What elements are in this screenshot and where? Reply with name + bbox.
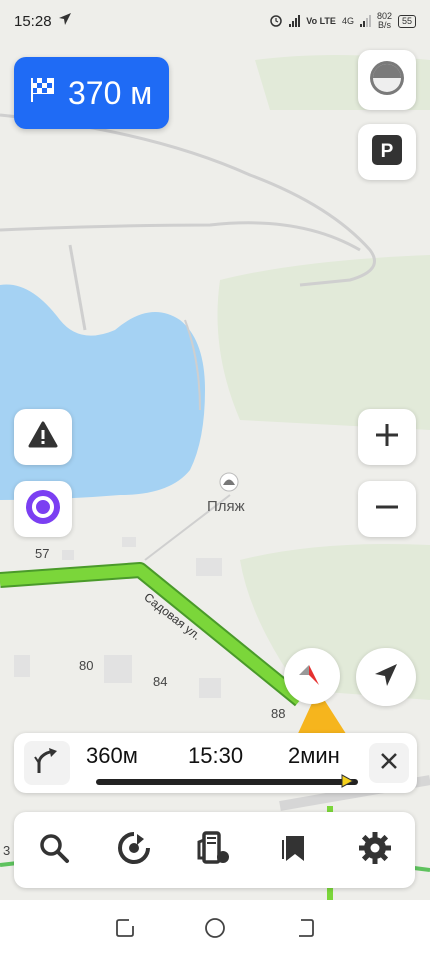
search-button[interactable] — [24, 820, 84, 880]
signal-icon — [359, 15, 371, 27]
bookmark-icon — [280, 833, 310, 868]
report-incident-button[interactable] — [14, 409, 72, 465]
plus-icon — [374, 422, 400, 453]
clock: 15:28 — [14, 12, 52, 30]
compass-icon — [297, 659, 327, 694]
route-info-bar[interactable]: 360м 15:30 2мин — [14, 733, 417, 793]
svg-text:P: P — [381, 141, 394, 162]
speed-limit-button[interactable] — [358, 50, 416, 110]
locate-me-button[interactable] — [356, 648, 416, 706]
distance-value: 370 м — [68, 74, 153, 111]
signal-icon — [289, 15, 301, 27]
music-button[interactable] — [104, 820, 164, 880]
back-button[interactable] — [294, 917, 316, 944]
remaining-duration: 2мин — [288, 743, 340, 768]
route-progress-track — [96, 779, 358, 785]
warning-icon — [28, 420, 58, 455]
house-number: 88 — [271, 706, 286, 721]
arrival-time: 15:30 — [188, 743, 244, 768]
back-icon — [294, 918, 316, 943]
status-bar: 15:28 Vo LTE 4G 802 B/s 55 — [0, 0, 430, 42]
house-number: 80 — [79, 658, 94, 673]
turn-indicator[interactable] — [24, 741, 70, 785]
minus-icon — [374, 494, 400, 525]
search-icon — [38, 832, 70, 869]
fuel-station-icon — [196, 830, 232, 871]
alice-assistant-button[interactable] — [14, 481, 72, 537]
alarm-icon — [269, 13, 283, 29]
house-number: 84 — [153, 674, 168, 689]
music-icon — [117, 831, 151, 870]
parking-button[interactable]: P — [358, 124, 416, 180]
checkered-flag-icon — [28, 74, 58, 112]
zoom-out-button[interactable] — [358, 481, 416, 537]
recent-apps-icon — [114, 918, 136, 943]
network-label: Vo LTE — [306, 16, 336, 26]
close-route-button[interactable] — [369, 743, 409, 783]
building — [104, 655, 132, 683]
turn-right-icon — [33, 747, 61, 780]
close-icon — [380, 752, 398, 775]
building — [196, 558, 222, 576]
navigation-arrow-icon — [373, 662, 399, 693]
house-number: 57 — [35, 546, 50, 561]
house-number: 3 — [3, 843, 11, 858]
building — [199, 678, 221, 698]
recent-apps-button[interactable] — [114, 917, 136, 944]
settings-button[interactable] — [345, 820, 405, 880]
home-circle-icon — [204, 917, 226, 943]
building — [122, 537, 136, 547]
home-button[interactable] — [204, 917, 226, 944]
compass-button[interactable] — [284, 648, 340, 704]
building — [14, 655, 30, 677]
location-icon — [58, 12, 72, 30]
data-speed: 802 B/s — [377, 12, 392, 30]
data-speed-unit: B/s — [377, 20, 391, 30]
bottom-toolbar — [14, 812, 415, 888]
battery-indicator: 55 — [397, 14, 416, 28]
beach-poi-label: Пляж — [207, 498, 245, 515]
speed-indicator-icon — [367, 58, 407, 103]
alice-voice-assistant-icon — [25, 489, 61, 530]
fuel-button[interactable] — [184, 820, 244, 880]
system-navigation-bar — [0, 900, 430, 960]
parking-icon: P — [371, 134, 403, 171]
route-progress-arrow-icon — [340, 774, 355, 793]
building — [62, 550, 74, 560]
network-4g-label: 4G — [341, 16, 354, 26]
gear-icon — [358, 831, 392, 870]
remaining-distance: 360м — [86, 743, 138, 768]
zoom-in-button[interactable] — [358, 409, 416, 465]
bookmarks-button[interactable] — [265, 820, 325, 880]
distance-to-finish-badge[interactable]: 370 м — [14, 57, 169, 129]
